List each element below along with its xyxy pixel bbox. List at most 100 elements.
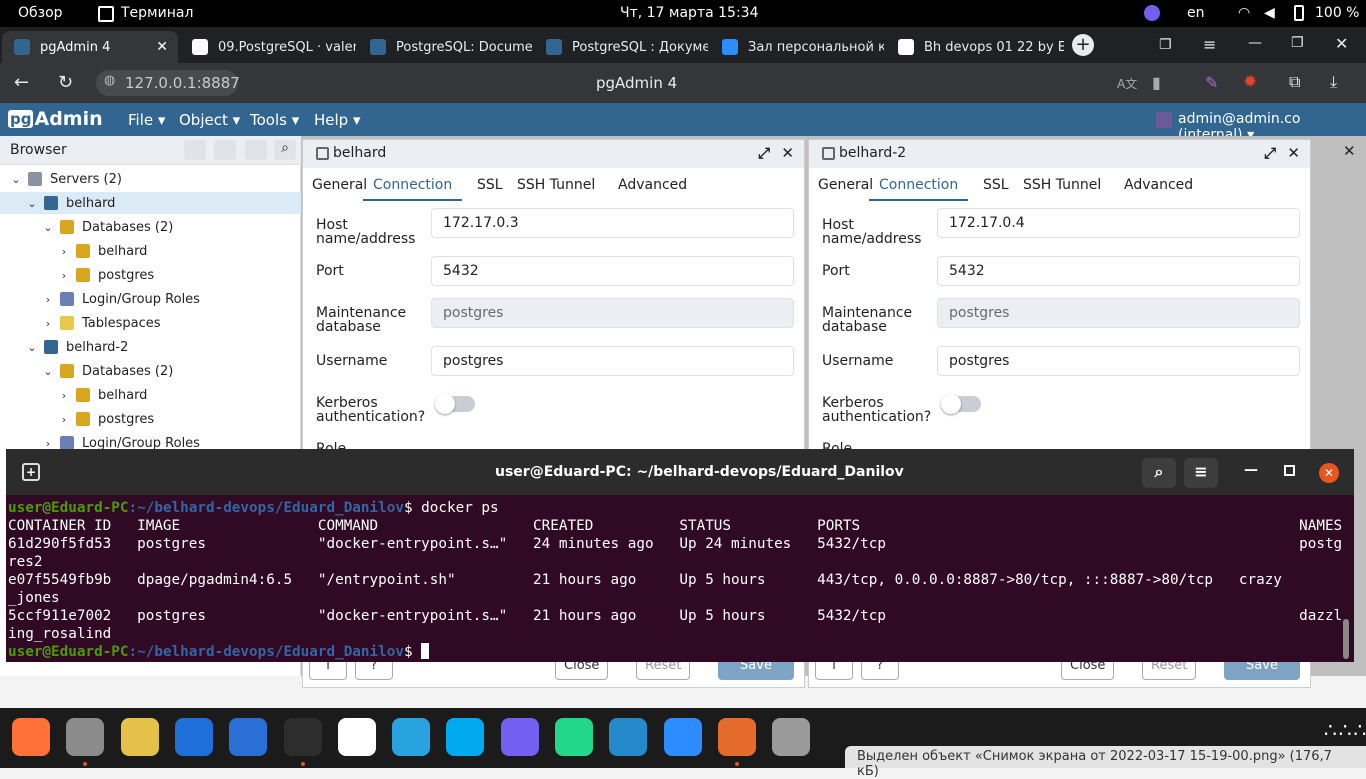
minimize-icon[interactable]: —: [1244, 462, 1258, 478]
query-tool-icon[interactable]: [184, 140, 206, 160]
chevron-down-icon[interactable]: ⌄: [26, 341, 38, 354]
terminal-icon[interactable]: [283, 718, 322, 756]
browser-tab[interactable]: PostgreSQL : Докуме: [534, 31, 708, 63]
new-tab-icon[interactable]: +: [22, 463, 40, 481]
reload-icon[interactable]: ↻: [58, 72, 73, 93]
expand-icon[interactable]: ⤢: [1264, 144, 1276, 162]
new-tab-icon[interactable]: +: [1072, 34, 1094, 56]
chevron-right-icon[interactable]: ›: [58, 269, 70, 282]
tree-node[interactable]: › belhard: [0, 240, 301, 262]
tab-general[interactable]: General: [312, 177, 367, 193]
chevron-down-icon[interactable]: ⌄: [42, 221, 54, 234]
pgadmin-logo[interactable]: pg Admin: [8, 108, 103, 130]
browser-tab[interactable]: PostgreSQL: Documen: [358, 31, 532, 63]
pycharm-icon[interactable]: [555, 718, 593, 756]
tree-node[interactable]: › belhard: [0, 384, 301, 406]
menu-tools[interactable]: Tools ▾: [250, 111, 299, 129]
tree-node[interactable]: ⌄ Databases (2): [0, 360, 301, 382]
menu-file[interactable]: File ▾: [128, 111, 165, 129]
pen-extension-icon[interactable]: ✎: [1205, 73, 1218, 92]
viber-tray-icon[interactable]: [1144, 5, 1160, 21]
close-window-icon[interactable]: ✕: [1335, 34, 1348, 53]
skype-icon[interactable]: [446, 718, 485, 756]
terminal-scrollbar[interactable]: [1343, 619, 1349, 659]
yandex-icon[interactable]: [337, 718, 376, 756]
search-icon[interactable]: ⌕: [1142, 458, 1176, 488]
chevron-right-icon[interactable]: ›: [58, 389, 70, 402]
browser-tab[interactable]: pgAdmin 4 ✕: [2, 31, 178, 63]
menu-help[interactable]: Help ▾: [314, 111, 361, 129]
tab-ssl[interactable]: SSL: [983, 177, 1009, 193]
image-viewer-icon[interactable]: [717, 718, 756, 756]
restore-icon[interactable]: ❐: [1291, 35, 1304, 51]
filtered-rows-icon[interactable]: [245, 140, 267, 160]
back-icon[interactable]: ←: [14, 72, 29, 93]
view-data-icon[interactable]: [214, 140, 236, 160]
browser-tab[interactable]: Bh devops 01 22 by Ed: [886, 31, 1064, 63]
tree-node[interactable]: › Login/Group Roles: [0, 288, 301, 310]
browser-tab[interactable]: 09.PostgreSQL · valery: [180, 31, 356, 63]
tab-advanced[interactable]: Advanced: [618, 177, 687, 193]
tree-node[interactable]: › postgres: [0, 408, 301, 430]
chevron-right-icon[interactable]: ›: [42, 293, 54, 306]
battery-icon[interactable]: [1294, 5, 1304, 21]
url-field[interactable]: ◍ 127.0.0.1:8887: [96, 70, 240, 96]
bookmark-icon[interactable]: ▮: [1152, 73, 1161, 92]
writer-icon[interactable]: [174, 718, 213, 756]
menu-object[interactable]: Object ▾: [179, 111, 240, 129]
tab-advanced[interactable]: Advanced: [1124, 177, 1193, 193]
trash-icon[interactable]: [772, 718, 811, 756]
tab-connection[interactable]: Connection: [869, 177, 969, 201]
chevron-down-icon[interactable]: ⌄: [10, 173, 22, 186]
minimize-icon[interactable]: —: [1248, 35, 1262, 51]
tree-node[interactable]: ⌄ belhard-2: [0, 336, 301, 358]
files-icon[interactable]: [66, 718, 105, 756]
site-info-icon[interactable]: ◍: [104, 73, 115, 88]
chevron-right-icon[interactable]: ›: [42, 437, 54, 450]
close-icon[interactable]: ✕: [1319, 463, 1339, 483]
tree-node[interactable]: › postgres: [0, 264, 301, 286]
tab-ssl[interactable]: SSL: [477, 177, 503, 193]
maximize-icon[interactable]: [1284, 465, 1295, 476]
close-icon[interactable]: ✕: [1287, 144, 1300, 162]
viber-icon[interactable]: [500, 718, 539, 756]
overview-button[interactable]: Обзор: [18, 5, 63, 21]
telegram-icon[interactable]: [392, 718, 431, 756]
port-field[interactable]: 5432: [431, 256, 794, 286]
username-field[interactable]: postgres: [431, 346, 794, 376]
username-field[interactable]: postgres: [937, 346, 1300, 376]
menu-icon[interactable]: ≡: [1203, 35, 1216, 54]
tab-ssh-tunnel[interactable]: SSH Tunnel: [517, 177, 595, 193]
vscode-icon[interactable]: [609, 718, 648, 756]
rhythmbox-icon[interactable]: [120, 718, 159, 756]
vpn-icon[interactable]: [229, 718, 268, 756]
tab-close-icon[interactable]: ✕: [156, 39, 168, 55]
browser-tab[interactable]: Зал персональной к: [710, 31, 884, 63]
hamburger-menu-icon[interactable]: ≡: [1184, 458, 1218, 488]
tree-node[interactable]: ⌄ Databases (2): [0, 216, 301, 238]
tree-node[interactable]: › Tablespaces: [0, 312, 301, 334]
zoom-icon[interactable]: [663, 718, 702, 756]
chevron-right-icon[interactable]: ›: [58, 413, 70, 426]
tree-node[interactable]: ⌄ Servers (2): [0, 168, 301, 190]
close-icon[interactable]: ✕: [781, 144, 794, 162]
chevron-down-icon[interactable]: ⌄: [42, 365, 54, 378]
host-field[interactable]: 172.17.0.3: [431, 208, 794, 238]
ladybug-extension-icon[interactable]: ✹: [1243, 72, 1257, 92]
extensions-icon[interactable]: ⧉: [1289, 72, 1300, 92]
kerberos-toggle[interactable]: [435, 394, 475, 414]
tree-node[interactable]: ⌄ belhard: [0, 192, 301, 214]
volume-icon[interactable]: ◀: [1264, 5, 1275, 21]
host-field[interactable]: 172.17.0.4: [937, 208, 1300, 238]
active-app-label[interactable]: Терминал: [121, 5, 193, 21]
clock[interactable]: Чт, 17 марта 15:34: [620, 5, 758, 21]
firefox-icon[interactable]: [12, 718, 50, 756]
terminal-output[interactable]: user@Eduard-PC:~/belhard-devops/Eduard_D…: [6, 495, 1354, 662]
tab-ssh-tunnel[interactable]: SSH Tunnel: [1023, 177, 1101, 193]
close-panel-icon[interactable]: ✕: [1343, 142, 1356, 160]
active-prompt[interactable]: user@Eduard-PC:~/belhard-devops/Eduard_D…: [8, 643, 1354, 661]
translate-icon[interactable]: A文: [1117, 75, 1137, 92]
chevron-right-icon[interactable]: ›: [42, 317, 54, 330]
kerberos-toggle[interactable]: [941, 394, 981, 414]
port-field[interactable]: 5432: [937, 256, 1300, 286]
